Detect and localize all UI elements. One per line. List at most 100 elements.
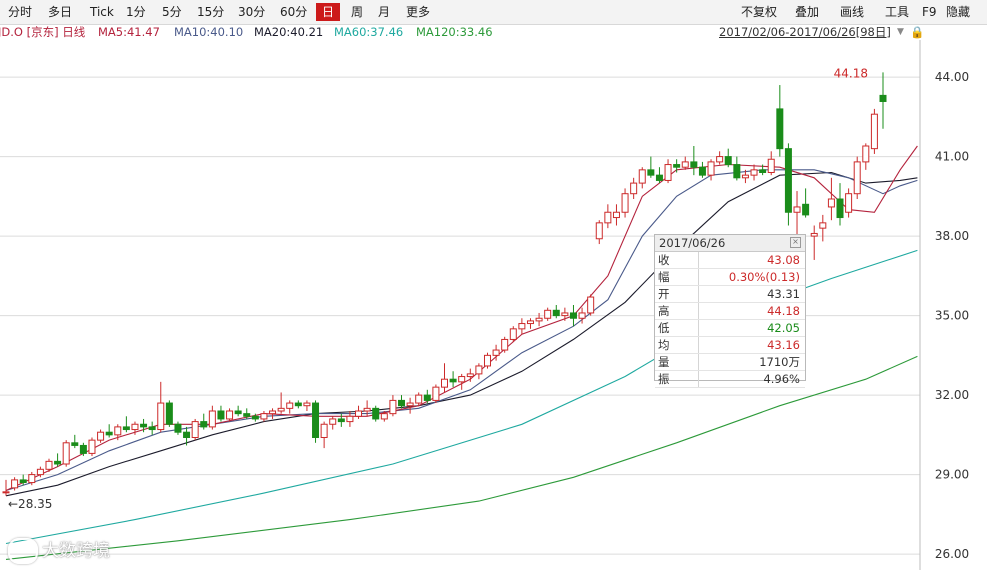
candle-body	[398, 399, 406, 407]
date-range-label[interactable]: 2017/02/06-2017/06/26[98日]	[719, 24, 891, 40]
lock-icon[interactable]: 🔒	[910, 24, 924, 40]
candle-body	[776, 108, 784, 150]
tooltip-key: 幅	[655, 269, 699, 285]
candle-body	[45, 460, 53, 470]
period-tab[interactable]: 1分	[126, 3, 148, 21]
candle-body	[114, 426, 122, 436]
symbol-label: JD.O [京东] 日线	[0, 25, 86, 39]
candle-body	[673, 164, 681, 168]
ma20-label: MA20:40.21	[254, 25, 324, 39]
candle-body	[716, 156, 724, 163]
tooltip-value: 43.08	[767, 253, 800, 267]
ma60-label: MA60:37.46	[334, 25, 404, 39]
candle-body	[423, 394, 431, 401]
candle-body	[62, 442, 70, 465]
candle-body	[208, 410, 216, 428]
candle-body	[140, 423, 148, 428]
candle-body	[312, 402, 320, 438]
period-tab[interactable]: 更多	[406, 3, 436, 21]
candle-body	[698, 166, 706, 176]
ma5-label: MA5:41.47	[98, 25, 160, 39]
candle-body	[458, 376, 466, 383]
candle-body	[518, 323, 526, 330]
period-tab[interactable]: 分时	[8, 3, 38, 21]
toolbar-option[interactable]: 不复权	[741, 3, 777, 21]
toolbar-option[interactable]: 画线	[840, 3, 864, 21]
tooltip-row: 幅 0.30%(0.13)	[655, 269, 805, 286]
candle-body	[157, 402, 165, 431]
candle-body	[612, 211, 620, 219]
candle-body	[793, 206, 801, 213]
period-tab[interactable]: 多日	[48, 3, 78, 21]
candle-body	[183, 431, 191, 439]
period-tab[interactable]: 30分	[238, 3, 268, 21]
period-tab[interactable]: 月	[378, 3, 396, 21]
period-tab[interactable]: Tick	[90, 3, 118, 21]
candle-body	[759, 169, 767, 174]
y-tick-label: 44.00	[935, 70, 969, 84]
period-toolbar: 分时 多日 Tick 1分 5分 15分 30分 60分日周月更多 不复权 叠加 画线 工具 F9 隐藏	[0, 0, 987, 25]
candle-body	[346, 415, 354, 423]
tooltip-key: 量	[655, 354, 699, 370]
tooltip-value: 4.96%	[763, 372, 800, 386]
candle-body	[466, 373, 474, 378]
candle-body	[879, 94, 887, 102]
candle-body	[819, 222, 827, 229]
range-dropdown-icon[interactable]: ▼	[897, 24, 904, 40]
candle-body	[54, 460, 62, 465]
tooltip-key: 高	[655, 303, 699, 319]
candle-body	[79, 444, 87, 454]
candle-body	[870, 113, 878, 150]
candle-body	[655, 174, 663, 181]
candle-body	[174, 423, 182, 433]
candle-body	[148, 426, 156, 431]
candle-body	[707, 161, 715, 176]
candle-body	[11, 479, 19, 489]
candlestick-chart[interactable]: 44.00 41.00 38.00 35.00 32.00 29.00 26.00 44.18…	[0, 40, 987, 570]
candle-body	[681, 161, 689, 168]
candle-body	[200, 421, 208, 428]
candle-body	[587, 296, 595, 314]
tooltip-row: 振 4.96%	[655, 371, 805, 388]
candle-body	[664, 164, 672, 181]
period-tab[interactable]: 周	[351, 3, 369, 21]
candle-body	[475, 365, 483, 375]
ma10-label: MA10:40.10	[174, 25, 244, 39]
period-tab[interactable]: 60分	[280, 3, 310, 21]
y-tick-label: 35.00	[935, 309, 969, 323]
toolbar-option[interactable]: 隐藏	[946, 3, 970, 21]
candle-body	[165, 402, 173, 425]
candle-body	[535, 317, 543, 322]
candle-body	[509, 328, 517, 340]
period-tab[interactable]: 日	[316, 3, 340, 21]
candle-body	[415, 394, 423, 404]
toolbar-option[interactable]: 工具	[885, 3, 909, 21]
candle-body	[389, 399, 397, 415]
tooltip-row: 开 43.31	[655, 286, 805, 303]
candle-body	[71, 442, 79, 446]
tooltip-row: 低 42.05	[655, 320, 805, 337]
candle-body	[767, 158, 775, 173]
tooltip-key: 振	[655, 371, 699, 387]
candle-body	[337, 418, 345, 423]
candle-body	[2, 491, 10, 494]
candle-body	[372, 407, 380, 420]
candle-body	[621, 193, 629, 213]
candle-body	[226, 410, 234, 420]
close-icon[interactable]: ×	[790, 237, 801, 248]
y-tick-label: 38.00	[935, 229, 969, 243]
candle-body	[277, 407, 285, 412]
candle-body	[845, 193, 853, 213]
y-tick-label: 32.00	[935, 388, 969, 402]
candle-body	[733, 164, 741, 179]
tooltip-key: 收	[655, 252, 699, 268]
brand-logo-icon	[8, 538, 38, 564]
candle-body	[260, 413, 268, 420]
period-tab[interactable]: 15分	[197, 3, 227, 21]
candle-body	[862, 145, 870, 163]
candle-body	[105, 431, 113, 436]
candle-body	[784, 148, 792, 213]
period-tab[interactable]: 5分	[162, 3, 186, 21]
toolbar-option[interactable]: 叠加	[795, 3, 819, 21]
toolbar-option[interactable]: F9	[922, 3, 937, 21]
